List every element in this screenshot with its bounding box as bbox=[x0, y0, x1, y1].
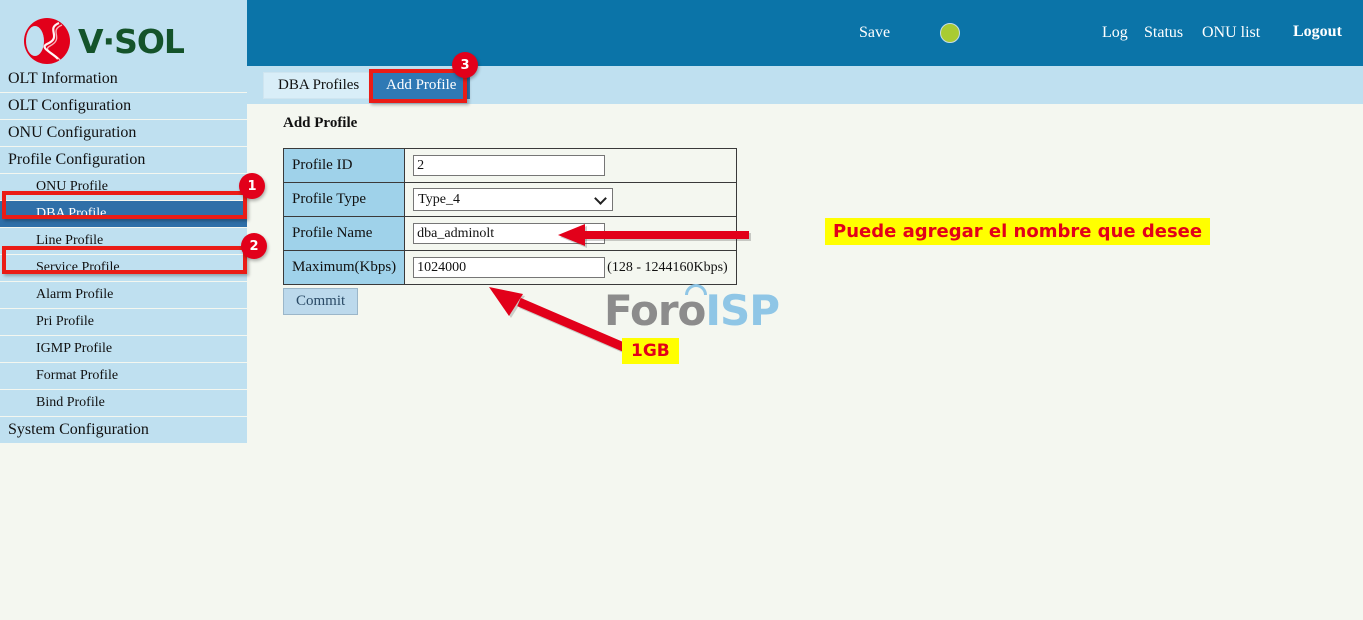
tab-strip: DBA Profiles Add Profile bbox=[247, 66, 1363, 104]
chevron-down-icon bbox=[594, 192, 608, 205]
vsol-circle-logo-icon bbox=[24, 18, 72, 64]
log-link[interactable]: Log bbox=[1102, 24, 1128, 42]
sidebar-item-bind-profile[interactable]: Bind Profile bbox=[0, 390, 247, 416]
logout-link[interactable]: Logout bbox=[1293, 23, 1342, 41]
page-title: Add Profile bbox=[283, 115, 358, 131]
brand-logo[interactable]: V·SOL bbox=[24, 18, 185, 64]
sidebar-item-olt-configuration[interactable]: OLT Configuration bbox=[0, 93, 247, 119]
sidebar-item-system-configuration[interactable]: System Configuration bbox=[0, 417, 247, 443]
logo-panel: V·SOL bbox=[0, 0, 247, 66]
top-header: Save Log Status ONU list Logout bbox=[247, 0, 1363, 66]
main-content: Add Profile Profile ID Profile Type Type… bbox=[247, 104, 1363, 620]
sidebar-item-profile-configuration[interactable]: Profile Configuration bbox=[0, 147, 247, 173]
annotation-badge-3: 3 bbox=[452, 52, 478, 78]
sidebar-item-format-profile[interactable]: Format Profile bbox=[0, 363, 247, 389]
sidebar-item-onu-configuration[interactable]: ONU Configuration bbox=[0, 120, 247, 146]
tab-dba-profiles[interactable]: DBA Profiles bbox=[263, 72, 375, 99]
annotation-note-1gb: 1GB bbox=[622, 338, 679, 364]
profile-id-input[interactable] bbox=[413, 155, 606, 176]
label-profile-type: Profile Type bbox=[282, 182, 406, 217]
profile-name-input[interactable] bbox=[413, 223, 606, 244]
label-profile-id: Profile ID bbox=[282, 148, 406, 183]
table-row-profile-type: Profile Type Type_4 bbox=[282, 182, 738, 217]
brand-logo-text: V·SOL bbox=[78, 21, 185, 61]
cell-profile-name bbox=[404, 216, 738, 251]
annotation-note-profile-name: Puede agregar el nombre que desee bbox=[825, 218, 1211, 245]
annotation-badge-2: 2 bbox=[241, 233, 267, 259]
cell-maximum-kbps: (128 - 1244160Kbps) bbox=[404, 250, 738, 285]
tab-add-profile[interactable]: Add Profile bbox=[372, 72, 471, 99]
onu-list-link[interactable]: ONU list bbox=[1202, 24, 1260, 42]
profile-type-select[interactable]: Type_4 bbox=[413, 188, 614, 211]
sidebar-item-onu-profile[interactable]: ONU Profile bbox=[0, 174, 247, 200]
annotation-badge-1: 1 bbox=[239, 173, 265, 199]
save-link[interactable]: Save bbox=[859, 24, 890, 42]
commit-button[interactable]: Commit bbox=[283, 288, 359, 315]
sidebar-item-alarm-profile[interactable]: Alarm Profile bbox=[0, 282, 247, 308]
table-row-profile-id: Profile ID bbox=[282, 148, 738, 183]
watermark-text-isp: ISP bbox=[705, 286, 780, 335]
sidebar-item-igmp-profile[interactable]: IGMP Profile bbox=[0, 336, 247, 362]
sidebar-item-dba-profile[interactable]: DBA Profile bbox=[0, 201, 247, 227]
sidebar-item-line-profile[interactable]: Line Profile bbox=[0, 228, 247, 254]
sidebar: OLT Information OLT Configuration ONU Co… bbox=[0, 66, 247, 444]
label-profile-name: Profile Name bbox=[282, 216, 406, 251]
table-row-profile-name: Profile Name bbox=[282, 216, 738, 251]
table-row-maximum: Maximum(Kbps) (128 - 1244160Kbps) bbox=[282, 250, 738, 285]
maximum-range-note: (128 - 1244160Kbps) bbox=[607, 259, 728, 275]
sidebar-item-pri-profile[interactable]: Pri Profile bbox=[0, 309, 247, 335]
label-maximum-kbps: Maximum(Kbps) bbox=[282, 250, 406, 285]
sidebar-item-olt-information[interactable]: OLT Information bbox=[0, 66, 247, 92]
profile-type-selected-value: Type_4 bbox=[418, 192, 460, 207]
green-status-dot-icon bbox=[940, 23, 960, 43]
status-link[interactable]: Status bbox=[1144, 24, 1183, 42]
cell-profile-type: Type_4 bbox=[404, 182, 738, 217]
maximum-kbps-input[interactable] bbox=[413, 257, 606, 278]
foroisp-watermark: ForoISP bbox=[604, 290, 780, 332]
cell-profile-id bbox=[404, 148, 738, 183]
add-profile-form-table: Profile ID Profile Type Type_4 Profile N… bbox=[282, 148, 738, 285]
sidebar-item-service-profile[interactable]: Service Profile bbox=[0, 255, 247, 281]
